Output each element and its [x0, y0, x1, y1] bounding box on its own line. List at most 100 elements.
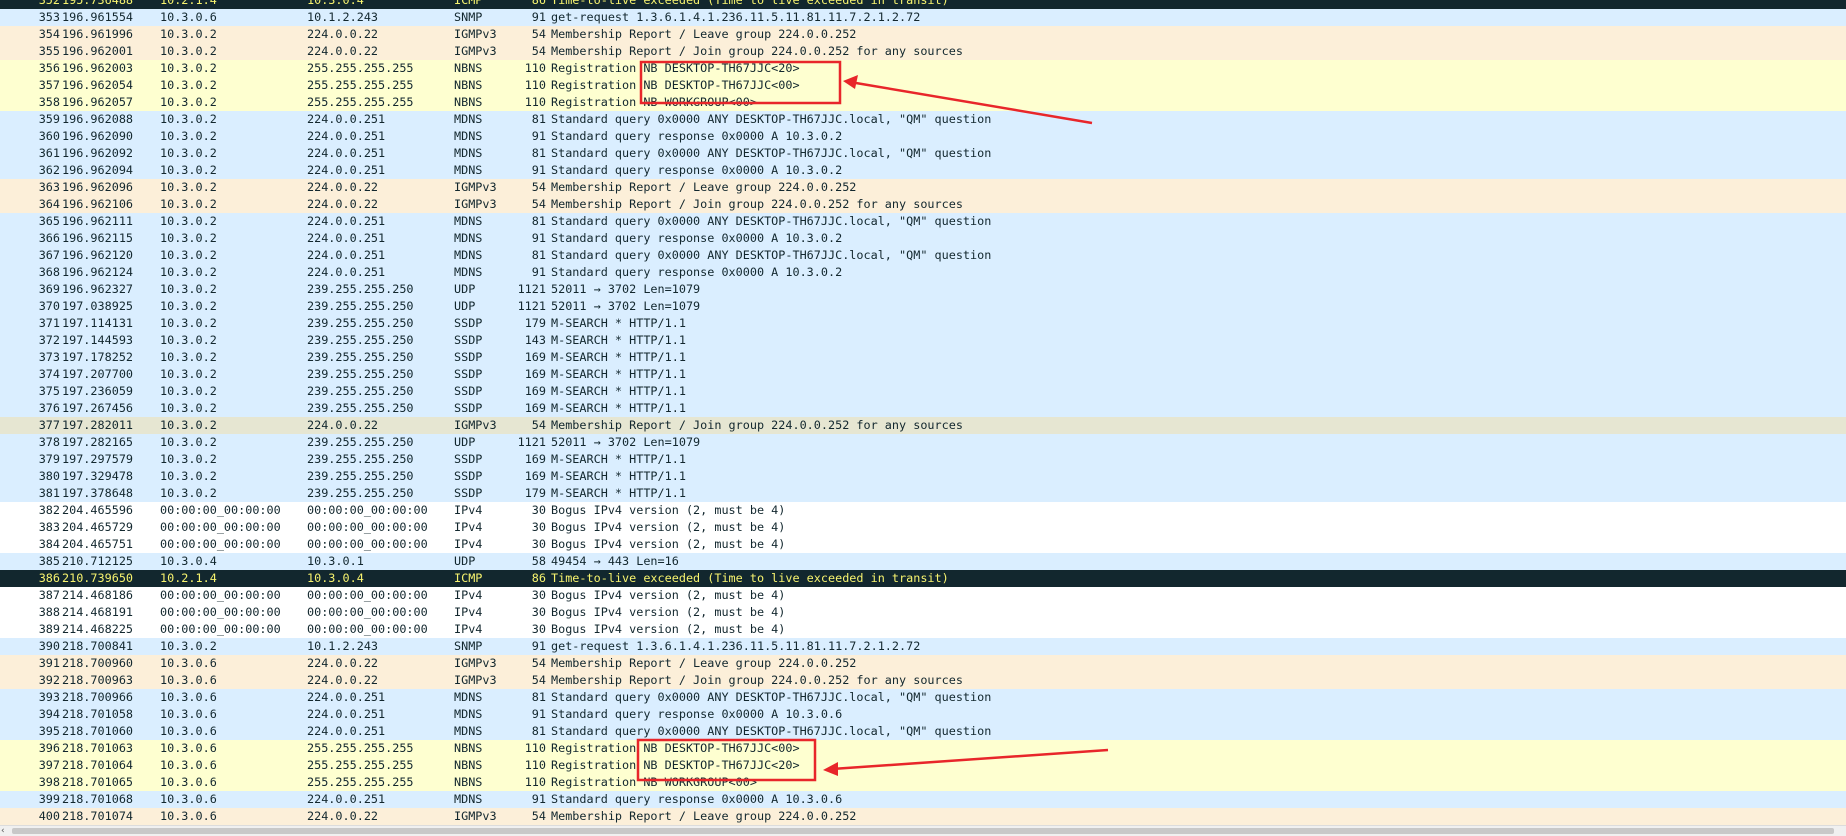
packet-row[interactable]: 399 218.701068 10.3.0.6 224.0.0.251 MDNS 91 St…	[0, 791, 1846, 808]
packet-row[interactable]: 393 218.700966 10.3.0.6 224.0.0.251 MDNS 81 St…	[0, 689, 1846, 706]
packet-number: 374	[38, 367, 60, 381]
packet-row[interactable]: 398 218.701065 10.3.0.6 255.255.255.255 NBNS…	[0, 774, 1846, 791]
packet-row[interactable]: 377 197.282011 10.3.0.2 224.0.0.22 IGMPv3 54 M…	[0, 417, 1846, 434]
packet-number: 394	[38, 707, 60, 721]
packet-row[interactable]: 389 214.468225 00:00:00_00:00:00 00:00:00_0…	[0, 621, 1846, 638]
packet-protocol: MDNS	[454, 214, 483, 228]
packet-row[interactable]: 386 210.739650 10.2.1.4 10.3.0.4 ICMP 86 Time-…	[0, 570, 1846, 587]
packet-row[interactable]: 354 196.961996 10.3.0.2 224.0.0.22 IGMPv3 54 M…	[0, 26, 1846, 43]
packet-row[interactable]: 371 197.114131 10.3.0.2 239.255.255.250 SSDP…	[0, 315, 1846, 332]
packet-number: 395	[38, 724, 60, 738]
packet-info: Membership Report / Join group 224.0.0.2…	[551, 673, 963, 687]
packet-row[interactable]: 395 218.701060 10.3.0.6 224.0.0.251 MDNS 81 St…	[0, 723, 1846, 740]
packet-row[interactable]: 397 218.701064 10.3.0.6 255.255.255.255 NBNS…	[0, 757, 1846, 774]
packet-row[interactable]: 376 197.267456 10.3.0.2 239.255.255.250 SSDP…	[0, 400, 1846, 417]
packet-time: 218.701064	[62, 758, 134, 772]
packet-protocol: IPv4	[454, 588, 483, 602]
packet-destination: 224.0.0.251	[307, 146, 386, 160]
packet-time: 196.961554	[62, 10, 134, 24]
packet-destination: 239.255.255.250	[307, 435, 414, 449]
packet-row[interactable]: 381 197.378648 10.3.0.2 239.255.255.250 SSDP…	[0, 485, 1846, 502]
packet-info: M-SEARCH * HTTP/1.1	[551, 401, 686, 415]
packet-row[interactable]: 396 218.701063 10.3.0.6 255.255.255.255 NBNS…	[0, 740, 1846, 757]
packet-source: 10.3.0.2	[160, 639, 217, 653]
packet-row[interactable]: 357 196.962054 10.3.0.2 255.255.255.255 NBNS…	[0, 77, 1846, 94]
packet-number: 389	[38, 622, 60, 636]
packet-row[interactable]: 369 196.962327 10.3.0.2 239.255.255.250 UDP 1…	[0, 281, 1846, 298]
packet-row[interactable]: 394 218.701058 10.3.0.6 224.0.0.251 MDNS 91 St…	[0, 706, 1846, 723]
packet-row[interactable]: 375 197.236059 10.3.0.2 239.255.255.250 SSDP…	[0, 383, 1846, 400]
packet-row[interactable]: 382 204.465596 00:00:00_00:00:00 00:00:00_0…	[0, 502, 1846, 519]
packet-row[interactable]: 380 197.329478 10.3.0.2 239.255.255.250 SSDP…	[0, 468, 1846, 485]
packet-destination: 00:00:00_00:00:00	[307, 520, 428, 534]
packet-length: 58	[531, 554, 546, 568]
packet-length: 91	[531, 10, 546, 24]
packet-row[interactable]: 391 218.700960 10.3.0.6 224.0.0.22 IGMPv3 54 M…	[0, 655, 1846, 672]
packet-row[interactable]: 385 210.712125 10.3.0.4 10.3.0.1 UDP 58 49454 …	[0, 553, 1846, 570]
packet-info: get-request 1.3.6.1.4.1.236.11.5.11.81.1…	[551, 10, 921, 24]
packet-info: Standard query 0x0000 ANY DESKTOP-TH67JJ…	[551, 690, 992, 704]
packet-destination: 224.0.0.251	[307, 792, 386, 806]
horizontal-scrollbar[interactable]: ‹	[0, 825, 1846, 836]
packet-row[interactable]: 366 196.962115 10.3.0.2 224.0.0.251 MDNS 91 St…	[0, 230, 1846, 247]
packet-row[interactable]: 392 218.700963 10.3.0.6 224.0.0.22 IGMPv3 54 M…	[0, 672, 1846, 689]
packet-source: 10.3.0.6	[160, 673, 217, 687]
packet-number: 392	[38, 673, 60, 687]
packet-protocol: MDNS	[454, 707, 483, 721]
packet-time: 218.700963	[62, 673, 134, 687]
packet-row[interactable]: 359 196.962088 10.3.0.2 224.0.0.251 MDNS 81 St…	[0, 111, 1846, 128]
packet-row[interactable]: 383 204.465729 00:00:00_00:00:00 00:00:00_0…	[0, 519, 1846, 536]
packet-info: Standard query response 0x0000 A 10.3.0.…	[551, 792, 843, 806]
packet-row[interactable]: 358 196.962057 10.3.0.2 255.255.255.255 NBNS…	[0, 94, 1846, 111]
packet-destination: 224.0.0.251	[307, 248, 386, 262]
packet-row[interactable]: 364 196.962106 10.3.0.2 224.0.0.22 IGMPv3 54 M…	[0, 196, 1846, 213]
packet-row[interactable]: 387 214.468186 00:00:00_00:00:00 00:00:00_0…	[0, 587, 1846, 604]
packet-source: 10.3.0.2	[160, 418, 217, 432]
packet-length: 179	[524, 486, 546, 500]
packet-destination: 239.255.255.250	[307, 316, 414, 330]
packet-row[interactable]: 390 218.700841 10.3.0.2 10.1.2.243 SNMP 91 get…	[0, 638, 1846, 655]
packet-row[interactable]: 370 197.038925 10.3.0.2 239.255.255.250 UDP 1…	[0, 298, 1846, 315]
packet-source: 10.3.0.2	[160, 197, 217, 211]
packet-protocol: IGMPv3	[454, 418, 497, 432]
packet-row[interactable]: 361 196.962092 10.3.0.2 224.0.0.251 MDNS 81 St…	[0, 145, 1846, 162]
packet-time: 210.712125	[62, 554, 134, 568]
chevron-left-icon[interactable]: ‹	[1, 826, 5, 836]
packet-length: 91	[531, 792, 546, 806]
packet-row[interactable]: 379 197.297579 10.3.0.2 239.255.255.250 SSDP…	[0, 451, 1846, 468]
packet-info: Standard query 0x0000 ANY DESKTOP-TH67JJ…	[551, 214, 992, 228]
packet-row[interactable]: 373 197.178252 10.3.0.2 239.255.255.250 SSDP…	[0, 349, 1846, 366]
packet-row[interactable]: 374 197.207700 10.3.0.2 239.255.255.250 SSDP…	[0, 366, 1846, 383]
packet-row[interactable]: 384 204.465751 00:00:00_00:00:00 00:00:00_0…	[0, 536, 1846, 553]
packet-row[interactable]: 352 195.736488 10.2.1.4 10.3.0.4 ICMP 86 Time-…	[0, 0, 1846, 9]
packet-row[interactable]: 362 196.962094 10.3.0.2 224.0.0.251 MDNS 91 St…	[0, 162, 1846, 179]
packet-time: 196.962092	[62, 146, 134, 160]
packet-number: 369	[38, 282, 60, 296]
packet-source: 10.3.0.2	[160, 146, 217, 160]
packet-protocol: SSDP	[454, 401, 483, 415]
packet-row[interactable]: 356 196.962003 10.3.0.2 255.255.255.255 NBNS…	[0, 60, 1846, 77]
packet-row[interactable]: 355 196.962001 10.3.0.2 224.0.0.22 IGMPv3 54 M…	[0, 43, 1846, 60]
packet-length: 91	[531, 163, 546, 177]
packet-row[interactable]: 363 196.962096 10.3.0.2 224.0.0.22 IGMPv3 54 M…	[0, 179, 1846, 196]
packet-row[interactable]: 360 196.962090 10.3.0.2 224.0.0.251 MDNS 91 St…	[0, 128, 1846, 145]
packet-protocol: MDNS	[454, 690, 483, 704]
packet-length: 169	[524, 384, 546, 398]
packet-row[interactable]: 378 197.282165 10.3.0.2 239.255.255.250 UDP 1…	[0, 434, 1846, 451]
scrollbar-thumb[interactable]	[12, 828, 1834, 834]
packet-info: M-SEARCH * HTTP/1.1	[551, 367, 686, 381]
packet-row[interactable]: 353 196.961554 10.3.0.6 10.1.2.243 SNMP 91 get…	[0, 9, 1846, 26]
packet-time: 196.962120	[62, 248, 134, 262]
packet-info: Bogus IPv4 version (2, must be 4)	[551, 520, 786, 534]
packet-row[interactable]: 388 214.468191 00:00:00_00:00:00 00:00:00_0…	[0, 604, 1846, 621]
packet-info: Standard query 0x0000 ANY DESKTOP-TH67JJ…	[551, 146, 992, 160]
packet-destination: 224.0.0.22	[307, 809, 379, 823]
packet-row[interactable]: 367 196.962120 10.3.0.2 224.0.0.251 MDNS 81 St…	[0, 247, 1846, 264]
packet-row[interactable]: 372 197.144593 10.3.0.2 239.255.255.250 SSDP…	[0, 332, 1846, 349]
packet-info: Time-to-live exceeded (Time to live exce…	[551, 571, 949, 585]
packet-length: 54	[531, 809, 546, 823]
packet-row[interactable]: 400 218.701074 10.3.0.6 224.0.0.22 IGMPv3 54 M…	[0, 808, 1846, 825]
packet-destination: 224.0.0.251	[307, 214, 386, 228]
packet-row[interactable]: 365 196.962111 10.3.0.2 224.0.0.251 MDNS 81 St…	[0, 213, 1846, 230]
packet-row[interactable]: 368 196.962124 10.3.0.2 224.0.0.251 MDNS 91 St…	[0, 264, 1846, 281]
